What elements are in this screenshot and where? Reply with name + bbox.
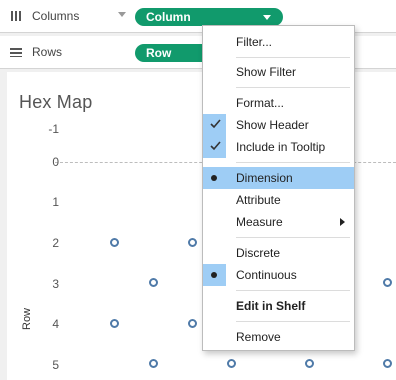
checkmark-icon	[210, 119, 221, 129]
y-tick: 1	[52, 195, 59, 209]
menu-item-show-header-label: Show Header	[236, 118, 309, 132]
menu-item-remove[interactable]: Remove	[203, 326, 354, 348]
y-tick: 0	[52, 155, 59, 169]
menu-item-discrete[interactable]: Discrete	[203, 242, 354, 264]
show-header-check-gutter	[203, 114, 226, 136]
menu-item-include-in-tooltip[interactable]: Include in Tooltip	[203, 136, 354, 158]
include-tooltip-check-gutter	[203, 136, 226, 158]
rows-shelf-title: Rows	[32, 45, 63, 59]
menu-item-filter[interactable]: Filter...	[203, 31, 354, 53]
hex-marker[interactable]	[149, 278, 158, 287]
row-pill-label: Row	[146, 46, 172, 60]
menu-item-format[interactable]: Format...	[203, 92, 354, 114]
columns-shelf-title: Columns	[32, 9, 80, 23]
menu-separator	[236, 290, 350, 291]
menu-item-show-filter[interactable]: Show Filter	[203, 61, 354, 83]
menu-item-include-in-tooltip-label: Include in Tooltip	[236, 140, 326, 154]
y-tick: -1	[48, 122, 59, 136]
menu-item-show-header[interactable]: Show Header	[203, 114, 354, 136]
menu-item-filter-label: Filter...	[236, 35, 273, 49]
y-tick: 4	[52, 317, 59, 331]
menu-separator	[236, 321, 350, 322]
menu-item-continuous[interactable]: Continuous	[203, 264, 354, 286]
y-axis-title: Row	[21, 307, 33, 330]
menu-item-edit-in-shelf-label: Edit in Shelf	[236, 299, 306, 313]
hex-marker[interactable]	[110, 238, 119, 247]
menu-item-measure[interactable]: Measure	[203, 211, 354, 233]
y-tick: 2	[52, 236, 59, 250]
menu-item-measure-label: Measure	[236, 215, 283, 229]
menu-separator	[236, 57, 350, 58]
radio-bullet-icon	[211, 272, 217, 278]
sheet-title: Hex Map	[19, 92, 93, 112]
menu-item-edit-in-shelf[interactable]: Edit in Shelf	[203, 295, 354, 317]
rows-shelf-label-area: Rows	[0, 36, 132, 68]
column-pill[interactable]: Column	[135, 8, 283, 26]
column-pill-label: Column	[146, 10, 191, 24]
columns-icon	[9, 10, 23, 22]
hex-marker[interactable]	[110, 319, 119, 328]
checkmark-icon	[210, 141, 221, 151]
y-tick: 3	[52, 277, 59, 291]
menu-item-dimension[interactable]: Dimension	[203, 167, 354, 189]
menu-item-format-label: Format...	[236, 96, 285, 110]
radio-bullet-icon	[211, 175, 217, 181]
hex-marker[interactable]	[227, 359, 236, 368]
menu-item-show-filter-label: Show Filter	[236, 65, 297, 79]
rows-icon	[9, 46, 23, 58]
menu-item-remove-label: Remove	[236, 330, 281, 344]
menu-item-attribute[interactable]: Attribute	[203, 189, 354, 211]
menu-separator	[236, 162, 350, 163]
hex-marker[interactable]	[383, 359, 392, 368]
column-pill-caret-icon[interactable]	[263, 15, 271, 20]
columns-shelf-label-area: Columns	[0, 0, 132, 32]
menu-item-discrete-label: Discrete	[236, 246, 281, 260]
hex-marker[interactable]	[305, 359, 314, 368]
menu-item-dimension-label: Dimension	[236, 171, 293, 185]
submenu-arrow-icon	[340, 218, 345, 226]
pill-context-menu: Filter... Show Filter Format... Show Hea…	[202, 25, 355, 351]
hex-marker[interactable]	[149, 359, 158, 368]
menu-separator	[236, 87, 350, 88]
columns-shelf-dropdown[interactable]	[118, 12, 126, 17]
hex-marker[interactable]	[188, 319, 197, 328]
hex-marker[interactable]	[188, 238, 197, 247]
y-tick: 5	[52, 358, 59, 372]
menu-item-continuous-label: Continuous	[236, 268, 297, 282]
menu-item-attribute-label: Attribute	[236, 193, 281, 207]
hex-marker[interactable]	[383, 278, 392, 287]
menu-separator	[236, 237, 350, 238]
continuous-radio-gutter	[203, 264, 226, 286]
